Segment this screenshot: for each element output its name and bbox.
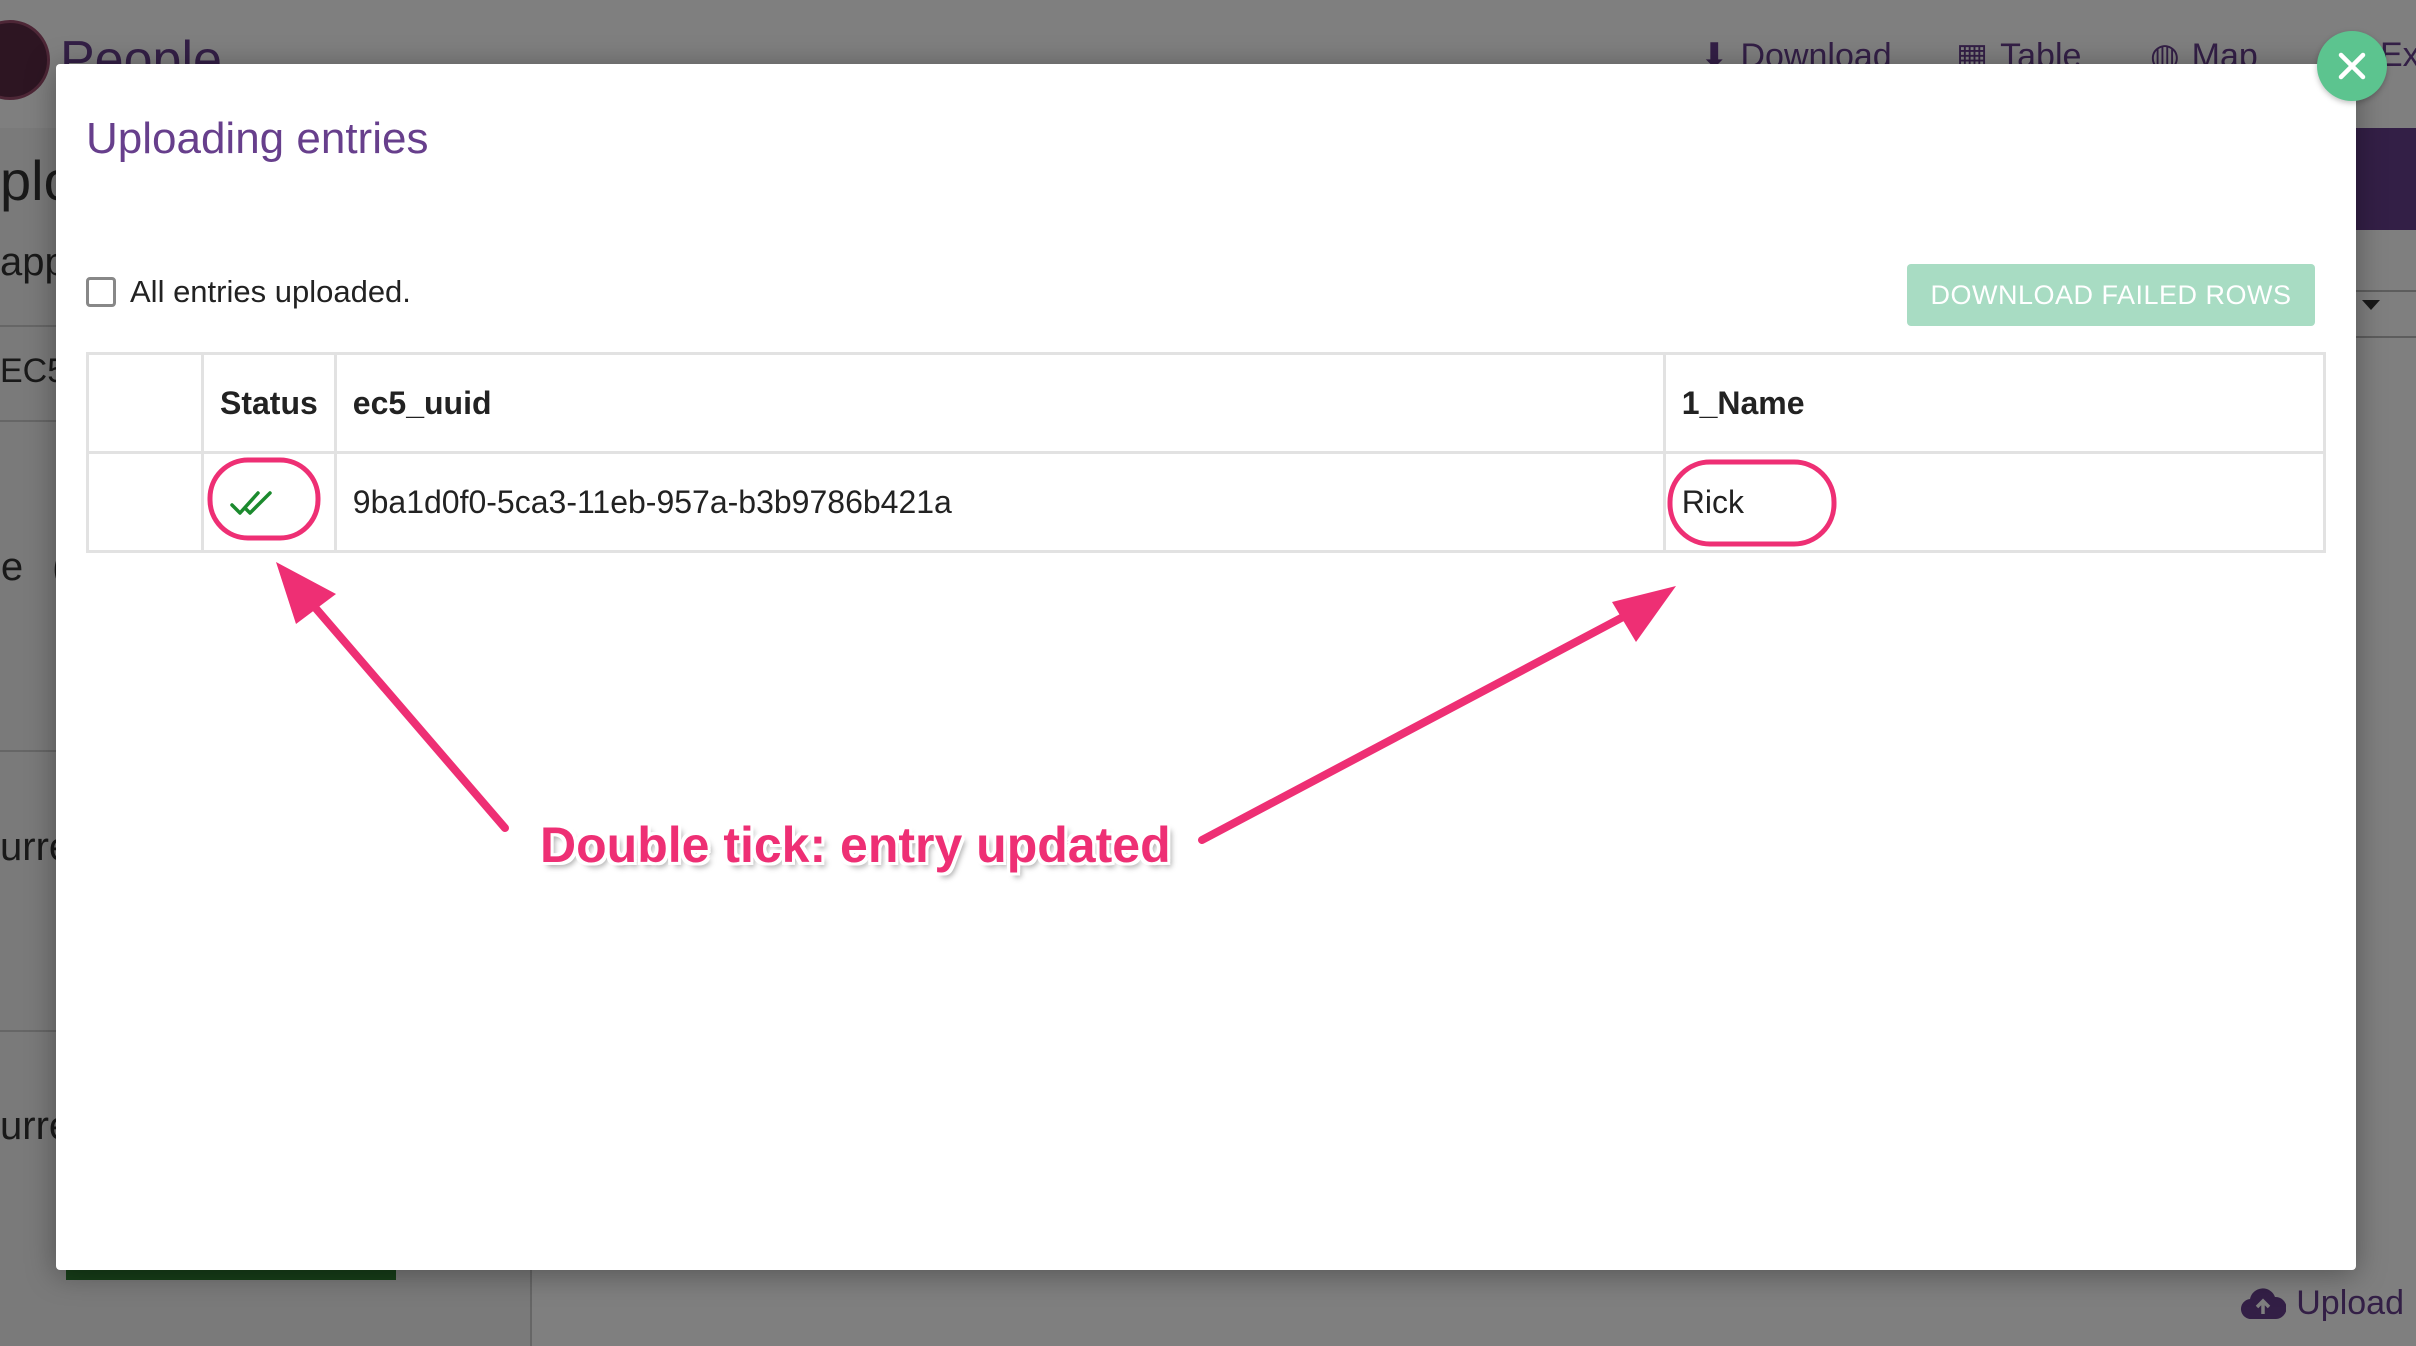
row-index-cell <box>86 451 204 553</box>
header-name[interactable]: 1_Name <box>1662 352 2327 454</box>
upload-table: Status ec5_uuid 1_Name 9ba1d0f0-5ca3-11e… <box>86 352 2327 553</box>
header-index <box>86 352 204 454</box>
modal-title: Uploading entries <box>86 114 429 163</box>
name-cell: Rick <box>1662 451 2327 553</box>
all-uploaded-label: All entries uploaded. <box>130 274 411 309</box>
table-row: 9ba1d0f0-5ca3-11eb-957a-b3b9786b421a Ric… <box>86 451 2327 553</box>
download-failed-rows-button[interactable]: DOWNLOAD FAILED ROWS <box>1907 264 2315 326</box>
close-icon <box>2338 52 2366 80</box>
all-uploaded-checkbox[interactable] <box>86 277 116 307</box>
double-check-icon <box>230 489 278 519</box>
table-header-row: Status ec5_uuid 1_Name <box>86 352 2327 454</box>
upload-modal: Uploading entries All entries uploaded. … <box>56 64 2356 1270</box>
status-cell <box>201 451 337 553</box>
uuid-cell: 9ba1d0f0-5ca3-11eb-957a-b3b9786b421a <box>333 451 1666 553</box>
header-uuid[interactable]: ec5_uuid <box>333 352 1666 454</box>
close-button[interactable] <box>2317 31 2387 101</box>
all-uploaded-row: All entries uploaded. <box>86 274 411 310</box>
annotation-label: Double tick: entry updated <box>540 817 1171 873</box>
header-status[interactable]: Status <box>201 352 337 454</box>
